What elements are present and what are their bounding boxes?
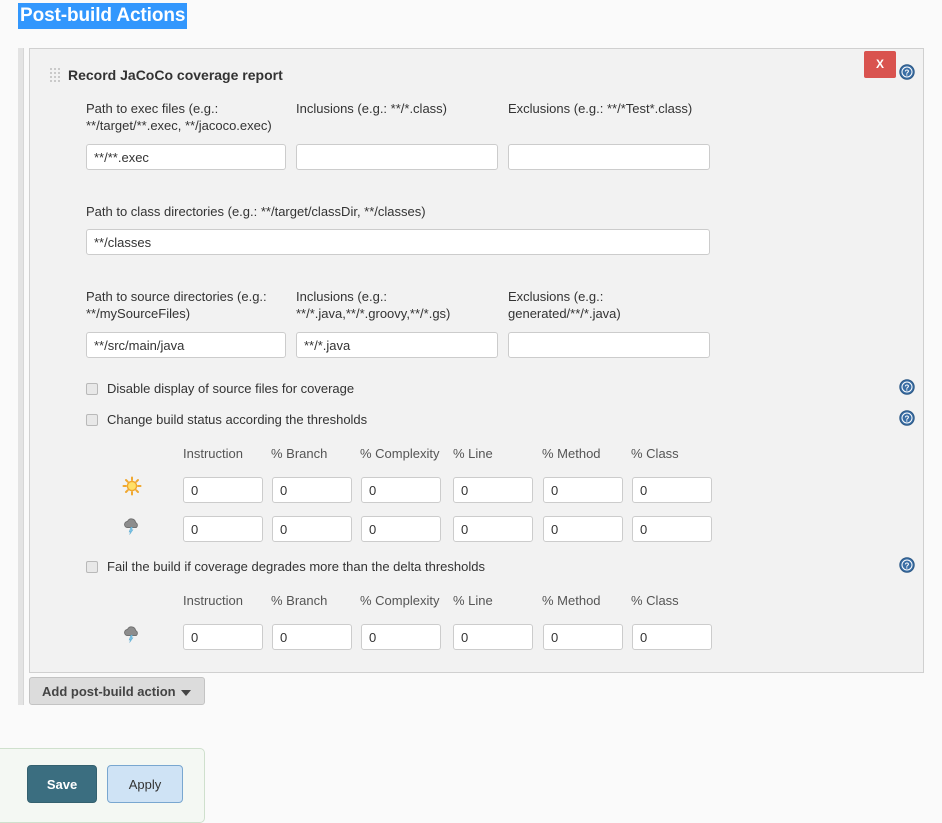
source-inclusions-input[interactable] [296, 332, 498, 358]
source-exclusions-label: Exclusions (e.g.: generated/**/*.java) [508, 289, 621, 321]
svg-text:?: ? [905, 384, 910, 393]
delete-post-build-action-button[interactable]: X [864, 51, 896, 78]
panel-heading: Record JaCoCo coverage report [68, 67, 283, 83]
page-title-container: Post-build Actions [18, 3, 188, 29]
help-icon-fail-on-delta[interactable]: ? [899, 557, 915, 573]
help-icon-disable-source-display[interactable]: ? [899, 379, 915, 395]
threshold-col-class: % Class [631, 446, 679, 461]
threshold-col-instruction: Instruction [183, 446, 243, 461]
source-path-label: Path to source directories (e.g.: **/myS… [86, 289, 267, 321]
help-icon-jacoco-section[interactable]: ? [899, 64, 915, 80]
sun-icon [122, 476, 142, 496]
change-build-status-checkbox[interactable] [86, 414, 98, 426]
exec-exclusions-label: Exclusions (e.g.: **/*Test*.class) [508, 101, 693, 116]
delta-col-complexity: % Complexity [360, 593, 440, 608]
storm-cloud-icon-delta [122, 623, 142, 643]
delta-col-method: % Method [542, 593, 601, 608]
threshold-healthy-method-input[interactable] [543, 477, 623, 503]
svg-text:?: ? [905, 69, 910, 78]
drag-grip-icon[interactable] [50, 68, 61, 82]
delta-col-class: % Class [631, 593, 679, 608]
threshold-col-branch: % Branch [271, 446, 328, 461]
disable-source-display-label: Disable display of source files for cove… [107, 381, 355, 396]
svg-text:?: ? [905, 562, 910, 571]
fail-on-delta-checkbox[interactable] [86, 561, 98, 573]
threshold-unhealthy-branch-input[interactable] [272, 516, 352, 542]
threshold-healthy-complexity-input[interactable] [361, 477, 441, 503]
apply-button[interactable]: Apply [107, 765, 183, 803]
delta-col-instruction: Instruction [183, 593, 243, 608]
delta-line-input[interactable] [453, 624, 533, 650]
save-button[interactable]: Save [27, 765, 97, 803]
threshold-col-method: % Method [542, 446, 601, 461]
threshold-unhealthy-complexity-input[interactable] [361, 516, 441, 542]
threshold-unhealthy-class-input[interactable] [632, 516, 712, 542]
page-title: Post-build Actions [18, 3, 188, 29]
exec-inclusions-label: Inclusions (e.g.: **/*.class) [296, 101, 448, 116]
disable-source-display-checkbox[interactable] [86, 383, 98, 395]
threshold-healthy-branch-input[interactable] [272, 477, 352, 503]
change-build-status-label: Change build status according the thresh… [107, 412, 368, 427]
jacoco-coverage-panel: Record JaCoCo coverage report X ? Path t… [29, 48, 924, 673]
post-build-actions-area: Record JaCoCo coverage report X ? Path t… [18, 48, 926, 705]
form-button-bar: Save Apply [0, 748, 205, 823]
class-directories-label: Path to class directories (e.g.: **/targ… [86, 204, 426, 219]
help-icon-change-build-status[interactable]: ? [899, 410, 915, 426]
exec-exclusions-input[interactable] [508, 144, 710, 170]
svg-text:?: ? [905, 415, 910, 424]
add-post-build-action-button[interactable]: Add post-build action [29, 677, 205, 705]
source-exclusions-input[interactable] [508, 332, 710, 358]
threshold-unhealthy-instruction-input[interactable] [183, 516, 263, 542]
delta-class-input[interactable] [632, 624, 712, 650]
threshold-col-line: % Line [453, 446, 493, 461]
section-drag-rail[interactable] [18, 48, 24, 705]
storm-cloud-icon [122, 515, 142, 535]
threshold-healthy-class-input[interactable] [632, 477, 712, 503]
threshold-col-complexity: % Complexity [360, 446, 440, 461]
source-inclusions-label: Inclusions (e.g.: **/*.java,**/*.groovy,… [296, 289, 451, 321]
delta-complexity-input[interactable] [361, 624, 441, 650]
source-path-input[interactable] [86, 332, 286, 358]
threshold-unhealthy-line-input[interactable] [453, 516, 533, 542]
exec-path-input[interactable] [86, 144, 286, 170]
delta-method-input[interactable] [543, 624, 623, 650]
delta-col-branch: % Branch [271, 593, 328, 608]
threshold-healthy-instruction-input[interactable] [183, 477, 263, 503]
delta-col-line: % Line [453, 593, 493, 608]
threshold-healthy-line-input[interactable] [453, 477, 533, 503]
class-directories-input[interactable] [86, 229, 710, 255]
exec-inclusions-input[interactable] [296, 144, 498, 170]
delta-instruction-input[interactable] [183, 624, 263, 650]
exec-path-label: Path to exec files (e.g.: **/target/**.e… [86, 101, 272, 133]
fail-on-delta-label: Fail the build if coverage degrades more… [107, 559, 485, 574]
delta-branch-input[interactable] [272, 624, 352, 650]
threshold-unhealthy-method-input[interactable] [543, 516, 623, 542]
